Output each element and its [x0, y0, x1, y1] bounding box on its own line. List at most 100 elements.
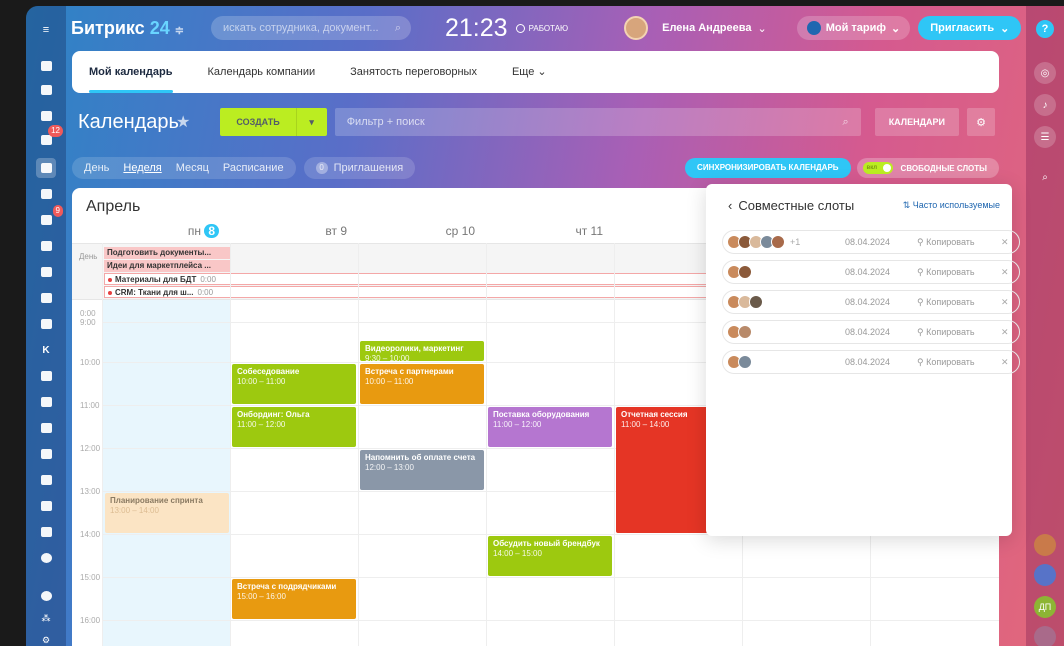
allday-event[interactable]: Подготовить документы...	[104, 247, 230, 259]
docs-icon[interactable]	[36, 184, 56, 204]
calendars-button[interactable]: КАЛЕНДАРИ	[874, 108, 959, 136]
filter-icon[interactable]: 9	[36, 205, 63, 230]
help-button[interactable]: ?	[1036, 20, 1054, 38]
mail-icon[interactable]	[36, 314, 56, 334]
edit-icon[interactable]	[36, 522, 56, 542]
avatar[interactable]: ДП	[1034, 596, 1056, 618]
help-icon[interactable]	[36, 586, 56, 606]
close-icon[interactable]: ✕	[1001, 357, 1009, 368]
filter-input[interactable]: Фильтр + поиск ⌕	[334, 108, 861, 136]
calendar-icon[interactable]	[36, 158, 56, 178]
event-time: 10:00 – 11:00	[365, 377, 414, 386]
time-label: 11:00	[80, 401, 100, 410]
calendar-event[interactable]: Встреча с партнерами 10:00 – 11:00	[360, 364, 484, 404]
calendar-event[interactable]: Поставка оборудования 11:00 – 12:00	[488, 407, 612, 447]
search-icon[interactable]: ⌕	[1034, 166, 1056, 188]
contacts-icon[interactable]	[36, 444, 56, 464]
tab-more[interactable]: Еще ⌄	[512, 51, 547, 93]
avatar[interactable]	[1034, 534, 1056, 556]
tasks-icon[interactable]: 12	[36, 125, 63, 150]
calendar-event[interactable]: Напомнить об оплате счета 12:00 – 13:00	[360, 450, 484, 490]
more-icon[interactable]	[36, 548, 56, 568]
star-icon[interactable]: ★	[176, 112, 190, 132]
user-name: Елена Андреева	[662, 22, 752, 34]
bank-icon[interactable]	[36, 366, 56, 386]
calendar-event[interactable]: Встреча с подрядчиками 15:00 – 16:00	[232, 579, 356, 619]
target-icon[interactable]	[36, 392, 56, 412]
day-header[interactable]: чт 11	[487, 224, 615, 238]
allday-event[interactable]: Идеи для маркетплейса ...	[104, 260, 230, 272]
day-header[interactable]: пн 8	[103, 224, 231, 238]
tab-my-calendar[interactable]: Мой календарь	[89, 51, 173, 93]
bot-icon[interactable]	[36, 470, 56, 490]
messages-icon[interactable]: ☰	[1034, 126, 1056, 148]
invitations-button[interactable]: 0 Приглашения	[303, 157, 416, 179]
chat-icon[interactable]	[36, 106, 56, 126]
slot-avatars: +1	[723, 235, 833, 249]
settings-icon[interactable]: ⚙	[36, 630, 56, 646]
slot-date: 08.04.2024	[845, 237, 891, 247]
tab-company-calendar[interactable]: Календарь компании	[208, 51, 316, 93]
shop-icon[interactable]	[36, 418, 56, 438]
day-header[interactable]: ср 10	[359, 224, 487, 238]
sync-calendar-button[interactable]: СИНХРОНИЗИРОВАТЬ КАЛЕНДАРЬ	[685, 158, 851, 178]
tasks-list-icon[interactable]	[36, 80, 56, 100]
view-day[interactable]: День	[84, 162, 109, 174]
copy-button[interactable]: ⚲ Копировать	[917, 237, 1001, 248]
groups-icon[interactable]	[36, 288, 56, 308]
gear-icon[interactable]: ⚙	[967, 108, 995, 136]
calendar-event[interactable]: Планирование спринта 13:00 – 14:00	[105, 493, 229, 533]
sign-icon[interactable]	[36, 236, 56, 256]
view-schedule[interactable]: Расписание	[223, 162, 284, 174]
day-header[interactable]: вт 9	[231, 224, 359, 238]
panel-header[interactable]: ‹ Совместные слоты	[728, 198, 854, 213]
search-input[interactable]: искать сотрудника, документ... ⌕	[211, 16, 411, 40]
view-week[interactable]: Неделя	[123, 162, 161, 174]
create-button[interactable]: СОЗДАТЬ ▾	[220, 108, 327, 136]
view-month[interactable]: Месяц	[176, 162, 209, 174]
slot-row[interactable]: 08.04.2024 ⚲ Копировать ✕	[722, 350, 1020, 374]
k-icon[interactable]: K	[36, 340, 56, 360]
logo[interactable]: Битрикс 24 ≑	[71, 18, 211, 39]
chevron-left-icon[interactable]: ‹	[728, 198, 732, 213]
close-icon[interactable]: ✕	[1001, 297, 1009, 308]
free-slots-toggle[interactable]: вкл	[862, 162, 893, 174]
status-icon	[515, 23, 525, 33]
slot-row[interactable]: 08.04.2024 ⚲ Копировать ✕	[722, 320, 1020, 344]
box-icon[interactable]	[36, 496, 56, 516]
tariff-button[interactable]: Мой тариф ⌄	[796, 16, 911, 40]
menu-icon[interactable]: ≡	[36, 20, 56, 40]
copy-button[interactable]: ⚲ Копировать	[917, 297, 1001, 308]
event-time: 9:30 – 10:00	[365, 354, 410, 363]
allday-event[interactable]: Материалы для БДТ 0:00	[104, 273, 724, 285]
slot-row[interactable]: 08.04.2024 ⚲ Копировать ✕	[722, 290, 1020, 314]
work-status[interactable]: РАБОТАЮ	[515, 23, 568, 33]
slot-row[interactable]: 08.04.2024 ⚲ Копировать ✕	[722, 260, 1020, 284]
tab-rooms[interactable]: Занятость переговорных	[350, 51, 477, 93]
copy-button[interactable]: ⚲ Копировать	[917, 327, 1001, 338]
frequent-link[interactable]: ⇅ Часто используемые	[903, 200, 1000, 211]
allday-event[interactable]: CRM: Ткани для ш... 0:00	[104, 286, 724, 298]
avatar[interactable]	[1034, 626, 1056, 646]
notifications-icon[interactable]: ♪	[1034, 94, 1056, 116]
copilot-icon[interactable]: ◎	[1034, 62, 1056, 84]
drive-icon[interactable]	[36, 262, 56, 282]
filter-badge: 9	[52, 205, 63, 217]
calendar-event[interactable]: Обсудить новый брендбук 14:00 – 15:00	[488, 536, 612, 576]
close-icon[interactable]: ✕	[1001, 327, 1009, 338]
calendar-event[interactable]: Онбординг: Ольга 11:00 – 12:00	[232, 407, 356, 447]
avatar[interactable]	[1034, 564, 1056, 586]
free-slots-button[interactable]: вкл СВОБОДНЫЕ СЛОТЫ	[856, 158, 999, 178]
network-icon[interactable]: ⁂	[36, 608, 56, 628]
close-icon[interactable]: ✕	[1001, 267, 1009, 278]
copy-button[interactable]: ⚲ Копировать	[917, 357, 1001, 368]
copy-button[interactable]: ⚲ Копировать	[917, 267, 1001, 278]
slot-row[interactable]: +1 08.04.2024 ⚲ Копировать ✕	[722, 230, 1020, 254]
chevron-down-icon[interactable]: ▾	[297, 117, 327, 128]
close-icon[interactable]: ✕	[1001, 237, 1009, 248]
user-menu[interactable]: Елена Андреева ⌄	[624, 16, 767, 40]
calendar-event[interactable]: Видеоролики, маркетинг 9:30 – 10:00	[360, 341, 484, 363]
feed-icon[interactable]	[36, 56, 56, 76]
invite-button[interactable]: Пригласить ⌄	[918, 16, 1022, 40]
calendar-event[interactable]: Собеседование 10:00 – 11:00	[232, 364, 356, 404]
